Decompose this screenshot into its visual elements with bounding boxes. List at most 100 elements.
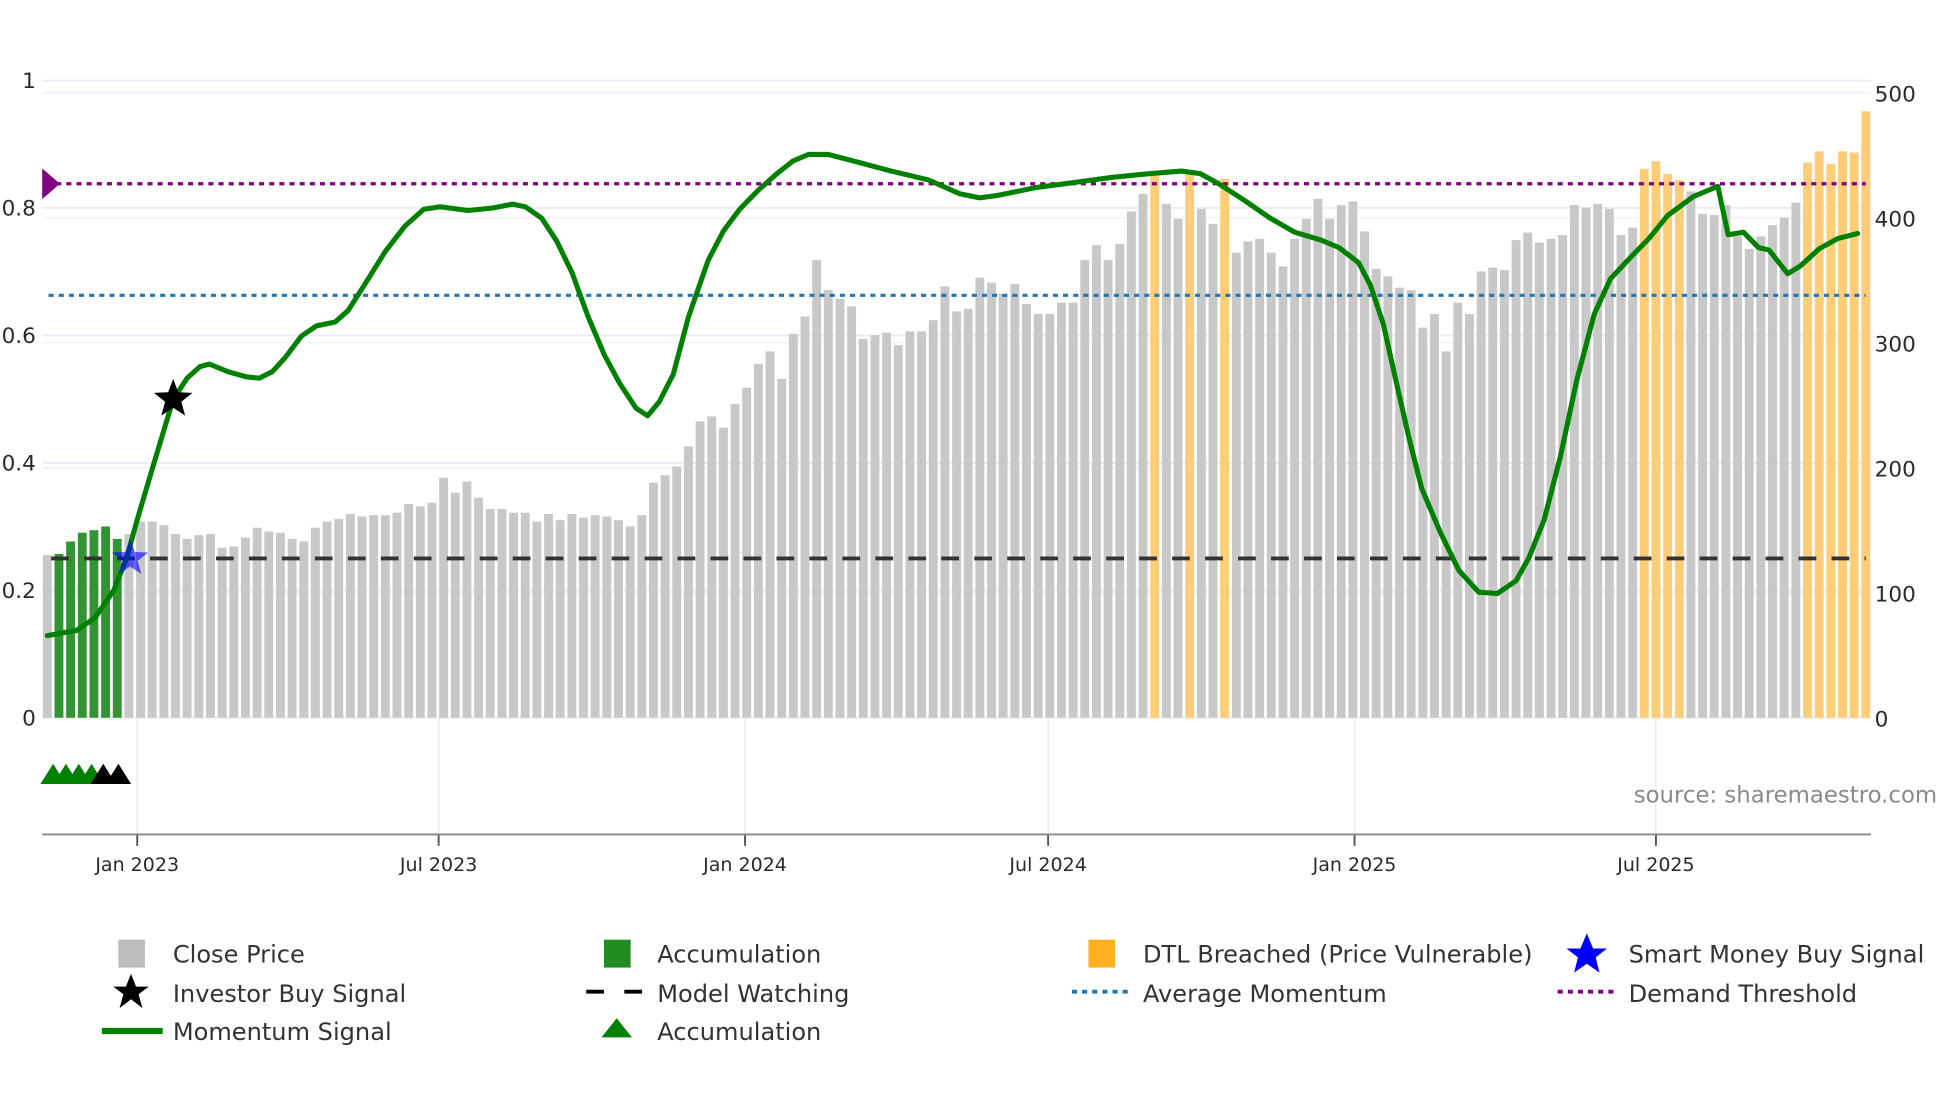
close-price-bar	[1115, 243, 1125, 718]
right-tick-label: 500	[1875, 82, 1916, 107]
close-price-bar	[1534, 242, 1544, 718]
close-price-bar	[345, 513, 355, 718]
close-price-bar	[217, 547, 227, 718]
legend-label: Average Momentum	[1143, 980, 1387, 1008]
legend-item-model-watching[interactable]: Model Watching	[586, 980, 849, 1008]
legend-item-demand-threshold[interactable]: Demand Threshold	[1557, 980, 1857, 1008]
close-price-bar	[1733, 236, 1742, 718]
close-price-bar	[998, 293, 1008, 718]
left-tick-label: 0.6	[2, 324, 36, 349]
dtl-swatch	[1088, 939, 1116, 968]
close-price-bar	[194, 535, 204, 718]
close-price-bar	[159, 525, 169, 718]
close-price-bar	[369, 515, 379, 718]
close-price-bar	[1138, 193, 1148, 718]
close-price-bar	[404, 503, 414, 718]
close-price-bar	[847, 306, 857, 718]
close-price-bar	[975, 277, 985, 718]
legend-label: Demand Threshold	[1629, 980, 1857, 1008]
close-price-bar	[1453, 302, 1463, 718]
close-price-bar	[1721, 205, 1731, 718]
close-price-bar	[497, 508, 507, 718]
close-price-bar	[1022, 303, 1031, 718]
legend-label: Investor Buy Signal	[173, 980, 406, 1008]
x-tick-label: Jan 2025	[1312, 854, 1397, 876]
close-price-bar	[987, 282, 996, 718]
legend-item-close-price[interactable]: Close Price	[118, 939, 305, 969]
legend-label: Close Price	[173, 941, 305, 969]
close-price-bar	[1593, 203, 1603, 718]
close-price-bar	[952, 311, 961, 718]
left-tick-label: 0.4	[2, 451, 36, 476]
close-price-bar	[229, 546, 239, 718]
close-price-bar	[614, 520, 623, 718]
close-price-bar	[1628, 227, 1638, 718]
close-price-bar	[683, 446, 693, 718]
close-price-bar	[474, 497, 484, 718]
left-tick-label: 0.2	[2, 579, 36, 604]
close-price-bars	[42, 111, 1871, 718]
close-price-bar	[905, 331, 915, 718]
left-tick-label: 0	[22, 706, 36, 731]
close-price-bar	[835, 298, 845, 718]
close-price-bar	[625, 526, 635, 718]
close-price-bar	[439, 477, 449, 718]
legend-label: Accumulation	[657, 941, 821, 969]
accumulation-bar	[112, 538, 122, 718]
legend-item-accumulation-marker[interactable]: Accumulation	[601, 1018, 821, 1046]
close-price-bar	[1523, 232, 1533, 718]
close-price-bar	[1709, 215, 1719, 718]
close-price-bar	[1581, 207, 1591, 718]
legend-label: Accumulation	[657, 1018, 821, 1046]
legend-item-smart-money[interactable]: Smart Money Buy Signal	[1566, 933, 1925, 973]
legend-item-accumulation-bar[interactable]: Accumulation	[604, 939, 821, 969]
close-price-bar	[1499, 270, 1509, 718]
close-price-bar	[252, 527, 262, 718]
close-price-bar	[544, 513, 553, 718]
legend-item-momentum[interactable]: Momentum Signal	[101, 1018, 392, 1046]
close-price-bar	[1336, 205, 1346, 718]
close-price-bar	[649, 482, 658, 718]
close-price-bar	[182, 538, 192, 718]
x-tick-label: Jan 2024	[702, 854, 787, 876]
close-price-bar	[1768, 225, 1777, 718]
close-price-bar	[1313, 198, 1323, 718]
accumulation-swatch	[604, 939, 631, 968]
close-price-bar	[357, 516, 367, 718]
x-tick-label: Jul 2024	[1008, 854, 1086, 876]
close-price-bar	[1033, 313, 1043, 718]
dtl-breached-bar	[1814, 151, 1824, 718]
dtl-breached-bar	[1674, 180, 1684, 718]
close-price-bar	[765, 351, 775, 718]
close-price-bar	[206, 533, 215, 718]
close-price-bar	[858, 338, 868, 718]
close-price-bar	[823, 290, 833, 718]
close-price-bar	[1243, 241, 1253, 718]
accumulation-bar	[101, 526, 111, 718]
right-tick-label: 100	[1875, 583, 1916, 608]
close-price-bar	[602, 516, 612, 718]
close-price-bar	[777, 378, 787, 718]
legend-label: Smart Money Buy Signal	[1629, 941, 1925, 969]
close-price-bar	[1360, 231, 1369, 718]
close-price-bar	[275, 532, 285, 718]
left-tick-label: 1	[22, 69, 36, 94]
close-price-bar	[590, 515, 600, 718]
close-price-bar	[1196, 208, 1206, 718]
legend-item-average-momentum[interactable]: Average Momentum	[1071, 980, 1387, 1008]
legend-item-dtl-breached[interactable]: DTL Breached (Price Vulnerable)	[1088, 939, 1532, 969]
close-price-bar	[707, 416, 717, 718]
dtl-breached-bar	[1185, 173, 1195, 718]
dtl-breached-bar	[1651, 161, 1661, 718]
close-price-bar	[1686, 191, 1696, 718]
legend-item-investor-buy[interactable]: Investor Buy Signal	[113, 973, 406, 1009]
close-price-bar	[241, 537, 250, 718]
close-price-bar	[742, 387, 752, 718]
close-price-bar	[334, 518, 344, 718]
close-price-bar	[1080, 260, 1090, 718]
close-price-bar	[1091, 245, 1101, 718]
close-price-bar	[1791, 202, 1801, 718]
close-price-bar	[1278, 266, 1288, 718]
close-price-bar	[567, 513, 577, 718]
right-tick-label: 300	[1875, 333, 1916, 358]
